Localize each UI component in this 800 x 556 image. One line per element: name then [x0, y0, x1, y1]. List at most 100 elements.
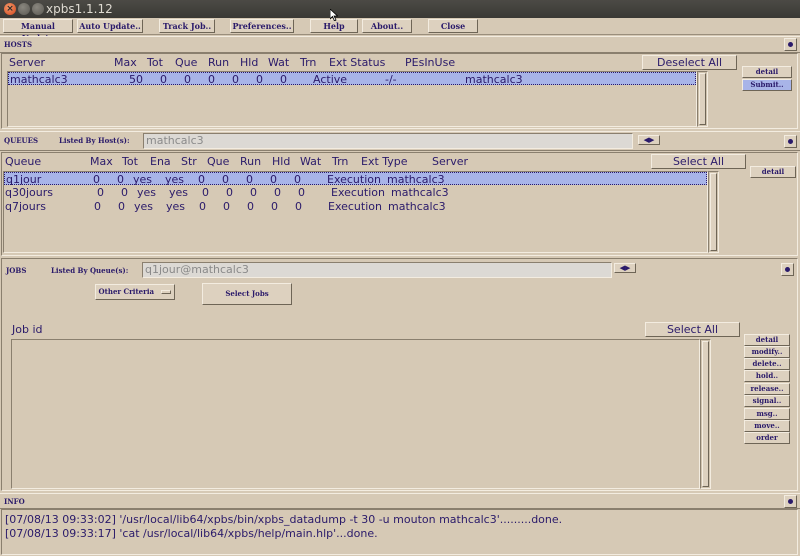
hosts-detail-button[interactable]: detail: [742, 66, 792, 78]
close-button[interactable]: Close: [428, 19, 478, 33]
queues-col-max: Max: [90, 155, 113, 168]
manual-update-button[interactable]: Manual Update: [3, 19, 73, 43]
queue-trn: 0: [295, 200, 302, 213]
queues-pane: Queue Max Tot Ena Str Que Run Hld Wat Tr…: [1, 152, 798, 256]
select-jobs-button[interactable]: Select Jobs: [202, 283, 292, 305]
queue-run: 0: [223, 200, 230, 213]
window-minimize-icon[interactable]: [18, 3, 30, 15]
host-trn: 0: [280, 73, 287, 86]
jobs-select-all-button[interactable]: Select All: [645, 322, 740, 337]
hosts-col-run: Run: [208, 56, 230, 69]
job-hold-button[interactable]: hold..: [744, 370, 790, 382]
job-delete-button[interactable]: delete..: [744, 358, 790, 370]
queue-que: 0: [198, 173, 205, 186]
queues-listed-by-scroll-icon[interactable]: ◀▶: [638, 135, 660, 145]
table-row[interactable]: q7jours 0 0 yes yes 0 0 0 0 0 Execution …: [4, 200, 707, 213]
info-log: [07/08/13 09:33:02] '/usr/local/lib64/xp…: [1, 509, 798, 555]
info-log-line: [07/08/13 09:33:02] '/usr/local/lib64/xp…: [5, 513, 563, 526]
host-wat: 0: [256, 73, 263, 86]
info-section-header: INFO: [0, 493, 800, 509]
queues-expand-icon[interactable]: [784, 135, 797, 148]
hosts-col-wat: Wat: [268, 56, 290, 69]
queues-list[interactable]: q1jour 0 0 yes yes 0 0 0 0 0 Execution m…: [3, 171, 708, 253]
job-release-button[interactable]: release..: [744, 383, 790, 395]
queue-trn: 0: [298, 186, 305, 199]
info-section-label: INFO: [4, 497, 25, 506]
host-server: mathcalc3: [10, 73, 68, 86]
jobs-pane: JOBS Listed By Queue(s): q1jour@mathcalc…: [1, 258, 798, 491]
table-row[interactable]: mathcalc3 50 0 0 0 0 0 0 Active -/- math…: [8, 72, 696, 86]
host-status: Active: [313, 73, 348, 86]
queues-listed-by-field[interactable]: mathcalc3: [143, 133, 633, 149]
queues-section-label: QUEUES: [4, 136, 39, 145]
mouse-pointer-icon: [330, 9, 338, 21]
jobs-list[interactable]: [11, 339, 700, 489]
table-row[interactable]: q30jours 0 0 yes yes 0 0 0 0 0 Execution…: [4, 186, 707, 199]
queue-wat: 0: [270, 173, 277, 186]
info-expand-icon[interactable]: [784, 495, 797, 508]
table-row[interactable]: q1jour 0 0 yes yes 0 0 0 0 0 Execution m…: [4, 172, 707, 186]
queue-name: q1jour: [6, 173, 42, 186]
queues-scrollbar[interactable]: [708, 171, 719, 253]
job-signal-button[interactable]: signal..: [744, 395, 790, 407]
queues-col-tot: Tot: [122, 155, 138, 168]
jobs-listed-by-field[interactable]: q1jour@mathcalc3: [142, 262, 612, 278]
preferences-button[interactable]: Preferences..: [230, 19, 294, 33]
help-button[interactable]: Help: [310, 19, 358, 33]
queue-max: 0: [94, 200, 101, 213]
hosts-section-header: HOSTS: [0, 36, 800, 53]
hosts-deselect-all-button[interactable]: Deselect All: [642, 55, 737, 70]
queues-select-all-button[interactable]: Select All: [651, 154, 746, 169]
queue-server: mathcalc3: [388, 200, 446, 213]
queue-name: q30jours: [5, 186, 53, 199]
host-pes-host: mathcalc3: [465, 73, 523, 86]
queue-wat: 0: [274, 186, 281, 199]
job-modify-button[interactable]: modify..: [744, 346, 790, 358]
other-criteria-button[interactable]: Other Criteria: [95, 284, 175, 300]
queues-listed-by-label: Listed By Host(s):: [59, 136, 130, 145]
jobs-scroll-thumb[interactable]: [702, 341, 709, 487]
about-button[interactable]: About..: [362, 19, 412, 33]
queue-tot: 0: [118, 200, 125, 213]
option-menu-indicator-icon: [161, 290, 172, 294]
hosts-expand-icon[interactable]: [784, 38, 797, 51]
queue-type: Execution: [327, 173, 381, 186]
queues-col-ext-type: Ext Type: [361, 155, 408, 168]
queue-run: 0: [222, 173, 229, 186]
jobs-listed-by-scroll-icon[interactable]: ◀▶: [614, 263, 636, 273]
other-criteria-label: Other Criteria: [98, 287, 155, 296]
auto-update-button[interactable]: Auto Update..: [77, 19, 143, 33]
hosts-col-server: Server: [9, 56, 46, 69]
hosts-submit-button[interactable]: Submit..: [742, 79, 792, 91]
queue-wat: 0: [271, 200, 278, 213]
queue-hld: 0: [247, 200, 254, 213]
queue-type: Execution: [328, 200, 382, 213]
track-job-button[interactable]: Track Job..: [159, 19, 215, 33]
job-detail-button[interactable]: detail: [744, 334, 790, 346]
window-close-icon[interactable]: ×: [4, 3, 16, 15]
window-maximize-icon[interactable]: [32, 3, 44, 15]
host-que: 0: [184, 73, 191, 86]
job-move-button[interactable]: move..: [744, 420, 790, 432]
queue-que: 0: [202, 186, 209, 199]
queues-col-str: Str: [181, 155, 197, 168]
jobs-expand-icon[interactable]: [781, 263, 794, 276]
hosts-scrollbar[interactable]: [697, 71, 708, 127]
queues-col-trn: Trn: [332, 155, 349, 168]
queue-server: mathcalc3: [387, 173, 445, 186]
queues-col-que: Que: [207, 155, 230, 168]
queues-col-wat: Wat: [300, 155, 322, 168]
jobs-scrollbar[interactable]: [700, 339, 711, 489]
job-order-button[interactable]: order: [744, 432, 790, 444]
job-msg-button[interactable]: msg..: [744, 408, 790, 420]
hosts-scroll-thumb[interactable]: [699, 73, 706, 125]
queue-que: 0: [199, 200, 206, 213]
queues-detail-button[interactable]: detail: [750, 166, 796, 178]
hosts-list[interactable]: mathcalc3 50 0 0 0 0 0 0 Active -/- math…: [7, 71, 697, 127]
queues-section-header: QUEUES Listed By Host(s): mathcalc3 ◀▶: [0, 131, 800, 151]
queue-server: mathcalc3: [391, 186, 449, 199]
queue-type: Execution: [331, 186, 385, 199]
queues-col-server: Server: [432, 155, 469, 168]
queues-scroll-thumb[interactable]: [710, 173, 717, 251]
hosts-col-ext-status: Ext Status: [329, 56, 386, 69]
